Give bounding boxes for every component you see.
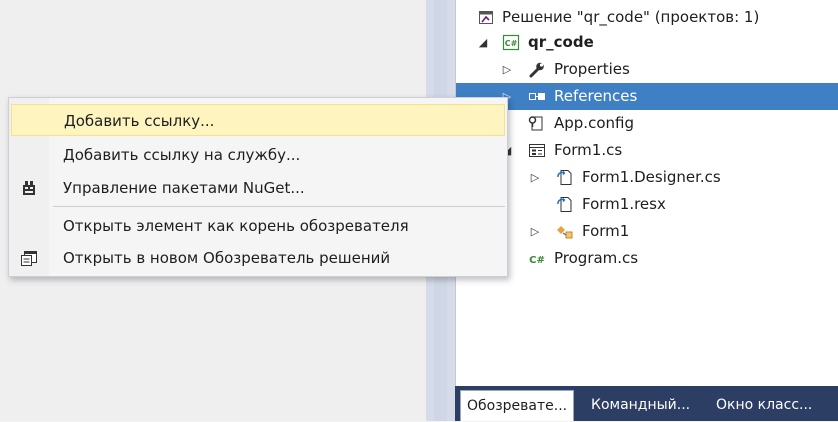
menu-item-scope-to-this[interactable]: Открыть элемент как корень обозревателя bbox=[11, 210, 505, 242]
expanded-arrow-icon[interactable]: ◢ bbox=[476, 29, 490, 56]
tree-item-form1-designer[interactable]: ▷ Form1.Designer.cs bbox=[456, 164, 838, 191]
svg-text:C#: C# bbox=[505, 39, 518, 48]
tree-item-label: Form1.resx bbox=[582, 195, 666, 213]
solution-explorer: Решение "qr_code" (проектов: 1) ◢ C# qr_… bbox=[455, 0, 838, 421]
tree-item-label: qr_code bbox=[528, 33, 594, 51]
tree-item-label: Form1.cs bbox=[554, 141, 623, 159]
tree-item-app-config[interactable]: App.config bbox=[456, 110, 838, 137]
config-file-icon bbox=[528, 115, 546, 132]
csharp-project-icon: C# bbox=[502, 34, 520, 51]
form-icon bbox=[528, 142, 546, 159]
new-explorer-icon bbox=[19, 249, 39, 267]
menu-item-new-solution-explorer[interactable]: Открыть в новом Обозреватель решений bbox=[11, 242, 505, 274]
csharp-badge: C# bbox=[529, 255, 545, 266]
class-icon bbox=[556, 223, 574, 240]
nuget-icon bbox=[19, 179, 39, 197]
collapsed-arrow-icon[interactable]: ▷ bbox=[528, 218, 542, 245]
menu-item-add-reference[interactable]: Добавить ссылку... bbox=[11, 104, 505, 136]
csharp-file-icon bbox=[556, 169, 574, 186]
tree-item-solution[interactable]: Решение "qr_code" (проектов: 1) bbox=[456, 4, 838, 31]
tree-item-label: Решение "qr_code" (проектов: 1) bbox=[502, 8, 760, 26]
tab-class-view[interactable]: Окно класс... bbox=[710, 390, 818, 421]
solution-icon bbox=[478, 9, 496, 26]
tab-solution-explorer[interactable]: Обозревате... bbox=[460, 390, 575, 421]
menu-item-label: Добавить ссылку... bbox=[64, 112, 215, 130]
tree-item-label: Form1 bbox=[582, 222, 630, 240]
wrench-icon bbox=[528, 61, 546, 78]
tree-item-form1-class[interactable]: ▷ Form1 bbox=[456, 218, 838, 245]
menu-item-manage-nuget[interactable]: Управление пакетами NuGet... bbox=[11, 172, 505, 204]
collapsed-arrow-icon[interactable]: ▷ bbox=[500, 56, 514, 83]
tree-item-label: Program.cs bbox=[554, 249, 639, 267]
resx-file-icon bbox=[556, 196, 574, 213]
menu-item-label: Управление пакетами NuGet... bbox=[63, 179, 305, 197]
tree-item-form1-resx[interactable]: Form1.resx bbox=[456, 191, 838, 218]
tree-item-label: Form1.Designer.cs bbox=[582, 168, 721, 186]
tree-item-label: App.config bbox=[554, 114, 634, 132]
menu-separator bbox=[53, 206, 505, 207]
csharp-file-icon: C# bbox=[528, 250, 546, 267]
menu-item-label: Открыть в новом Обозреватель решений bbox=[63, 249, 391, 267]
bottom-tab-bar: Обозревате... Командный... Окно класс... bbox=[455, 386, 838, 421]
references-icon bbox=[528, 88, 546, 105]
tree-item-label: References bbox=[554, 87, 638, 105]
tree-item-references[interactable]: ▷ References bbox=[456, 83, 838, 110]
menu-item-label: Добавить ссылку на службу... bbox=[63, 146, 301, 164]
tree-item-properties[interactable]: ▷ Properties bbox=[456, 56, 838, 83]
tree-item-form1-cs[interactable]: ◢ Form1.cs bbox=[456, 137, 838, 164]
tree-item-label: Properties bbox=[554, 60, 630, 78]
context-menu: Добавить ссылку... Добавить ссылку на сл… bbox=[8, 97, 508, 277]
menu-item-add-service-reference[interactable]: Добавить ссылку на службу... bbox=[11, 139, 505, 171]
menu-item-label: Открыть элемент как корень обозревателя bbox=[63, 217, 409, 235]
tab-command-window[interactable]: Командный... bbox=[585, 390, 696, 421]
collapsed-arrow-icon[interactable]: ▷ bbox=[528, 164, 542, 191]
tree-item-project[interactable]: ◢ C# qr_code bbox=[456, 29, 838, 56]
tree-item-program-cs[interactable]: C# Program.cs bbox=[456, 245, 838, 272]
